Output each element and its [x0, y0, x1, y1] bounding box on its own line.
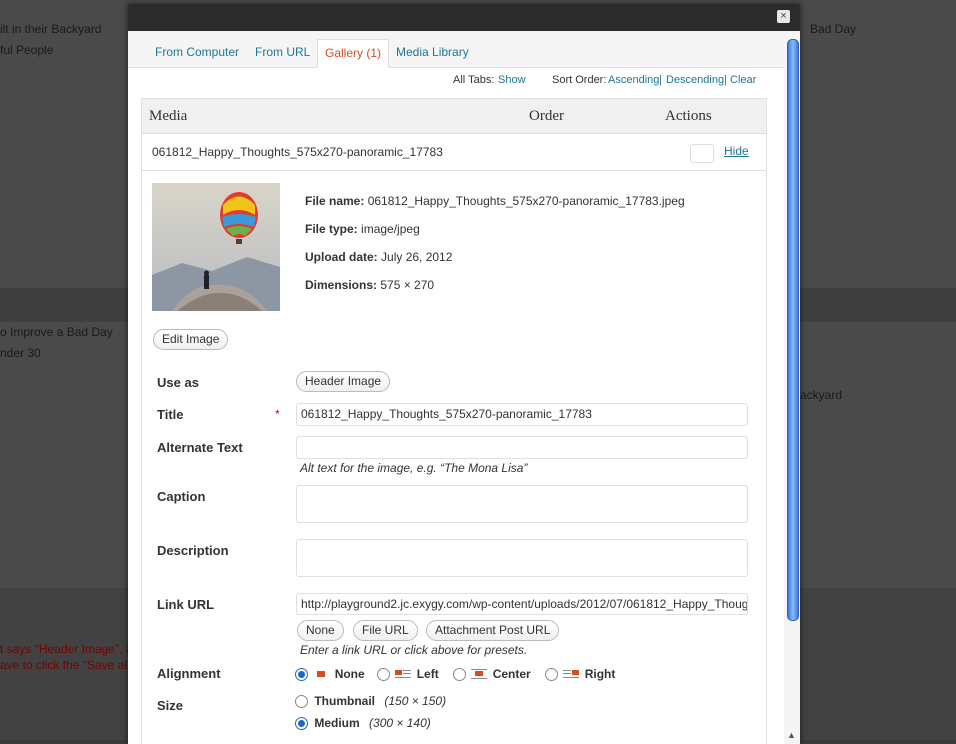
required-marker: *: [275, 407, 280, 421]
sort-clear-link[interactable]: Clear: [730, 74, 756, 86]
bg-list-item: Bad Day: [810, 22, 857, 36]
align-center-label: Center: [492, 667, 531, 681]
alt-text-input[interactable]: [296, 436, 748, 459]
align-none-icon: [317, 671, 326, 678]
align-left-radio[interactable]: [377, 668, 390, 682]
media-item-filename: 061812_Happy_Thoughts_575x270-panoramic_…: [152, 145, 443, 159]
size-medium-radio[interactable]: [295, 717, 308, 731]
link-url-label: Link URL: [157, 597, 215, 612]
sort-ascending-link[interactable]: Ascending: [608, 74, 659, 86]
header-image-button[interactable]: Header Image: [296, 371, 391, 392]
scroll-down-arrow-icon[interactable]: ▲: [787, 730, 796, 740]
caption-label: Caption: [157, 489, 206, 504]
align-left-icon: [395, 670, 412, 679]
description-label: Description: [157, 543, 229, 558]
size-thumbnail-dimensions: (150 × 150): [384, 694, 447, 708]
column-header-order: Order: [529, 108, 564, 124]
table-header: Media Order Actions: [142, 99, 766, 134]
file-name-value: 061812_Happy_Thoughts_575x270-panoramic_…: [367, 194, 685, 208]
link-url-input[interactable]: http://playground2.jc.exygy.com/wp-conte…: [296, 593, 748, 615]
bg-note: ave to click the "Save al: [0, 658, 127, 672]
column-header-media: Media: [149, 108, 188, 124]
bg-list-item: o Improve a Bad Day: [0, 325, 113, 339]
balloon-image: [152, 183, 280, 311]
show-all-tabs-link[interactable]: Show: [498, 74, 526, 86]
size-label: Size: [157, 698, 184, 713]
close-icon[interactable]: ×: [777, 10, 790, 23]
sort-order-label: Sort Order:: [552, 74, 607, 86]
size-thumbnail-option[interactable]: Thumbnail (150 × 150): [295, 694, 447, 709]
alt-text-label: Alternate Text: [157, 440, 243, 455]
link-attachment-post-url-button[interactable]: Attachment Post URL: [426, 620, 560, 641]
tab-media-library[interactable]: Media Library: [389, 39, 476, 66]
media-tabs: From Computer From URL Gallery (1) Media…: [128, 31, 784, 68]
bg-list-item: ful People: [0, 43, 54, 57]
tab-from-computer[interactable]: From Computer: [148, 39, 246, 66]
all-tabs-label: All Tabs:: [453, 74, 495, 86]
size-thumbnail-label: Thumbnail: [314, 694, 376, 708]
align-right-option[interactable]: Right: [545, 667, 616, 682]
use-as-label: Use as: [157, 375, 199, 390]
title-input[interactable]: 061812_Happy_Thoughts_575x270-panoramic_…: [296, 403, 748, 426]
bg-list-item: nder 30: [0, 346, 41, 360]
sort-descending-link[interactable]: Descending: [666, 74, 724, 86]
dimensions-label: Dimensions:: [305, 278, 378, 292]
upload-date-value: July 26, 2012: [381, 250, 453, 264]
media-item-details: File name: 061812_Happy_Thoughts_575x270…: [142, 171, 766, 744]
title-label: Title: [157, 407, 184, 422]
file-type-label: File type:: [305, 222, 358, 236]
align-none-option[interactable]: None: [295, 667, 365, 682]
dimensions-value: 575 × 270: [380, 278, 435, 292]
sort-separator: |: [659, 74, 662, 86]
align-left-option[interactable]: Left: [377, 667, 439, 682]
scrollbar-thumb[interactable]: [787, 39, 799, 621]
file-metadata: File name: 061812_Happy_Thoughts_575x270…: [305, 187, 685, 299]
media-table: Media Order Actions 061812_Happy_Thought…: [141, 98, 767, 744]
sort-separator: |: [724, 74, 727, 86]
align-right-label: Right: [584, 667, 616, 681]
align-center-icon: [471, 669, 488, 680]
link-url-help: Enter a link URL or click above for pres…: [300, 643, 528, 657]
align-none-label: None: [334, 667, 365, 681]
modal-scrollbar[interactable]: ▲: [784, 31, 800, 744]
file-name-label: File name:: [305, 194, 365, 208]
align-left-label: Left: [416, 667, 439, 681]
size-thumbnail-radio[interactable]: [295, 695, 308, 709]
gallery-content: All Tabs: Show Sort Order: Ascending | D…: [128, 68, 784, 744]
media-upload-modal: × From Computer From URL Gallery (1) Med…: [128, 4, 800, 744]
align-center-option[interactable]: Center: [453, 667, 531, 682]
description-textarea[interactable]: [296, 539, 748, 577]
caption-textarea[interactable]: [296, 485, 748, 523]
alignment-label: Alignment: [157, 666, 221, 681]
alt-text-help: Alt text for the image, e.g. “The Mona L…: [300, 461, 528, 475]
bg-list-item: ilt in their Backyard: [0, 22, 102, 36]
menu-order-input[interactable]: [690, 144, 714, 163]
link-none-button[interactable]: None: [297, 620, 344, 641]
tab-from-url[interactable]: From URL: [248, 39, 317, 66]
file-type-value: image/jpeg: [361, 222, 420, 236]
align-right-icon: [563, 670, 580, 679]
size-medium-option[interactable]: Medium (300 × 140): [295, 716, 431, 731]
bg-list-item: ackyard: [800, 388, 843, 402]
modal-titlebar: ×: [128, 4, 800, 31]
link-file-url-button[interactable]: File URL: [353, 620, 418, 641]
align-center-radio[interactable]: [453, 668, 466, 682]
column-header-actions: Actions: [665, 108, 712, 124]
align-right-radio[interactable]: [545, 668, 558, 682]
media-item-row: 061812_Happy_Thoughts_575x270-panoramic_…: [142, 134, 766, 171]
align-none-radio[interactable]: [295, 668, 308, 682]
upload-date-label: Upload date:: [305, 250, 378, 264]
size-medium-dimensions: (300 × 140): [369, 716, 431, 730]
edit-image-button[interactable]: Edit Image: [153, 329, 229, 350]
media-thumbnail: [152, 183, 280, 311]
hide-link[interactable]: Hide: [724, 144, 749, 158]
tab-gallery[interactable]: Gallery (1): [317, 39, 390, 68]
size-medium-label: Medium: [314, 716, 360, 730]
